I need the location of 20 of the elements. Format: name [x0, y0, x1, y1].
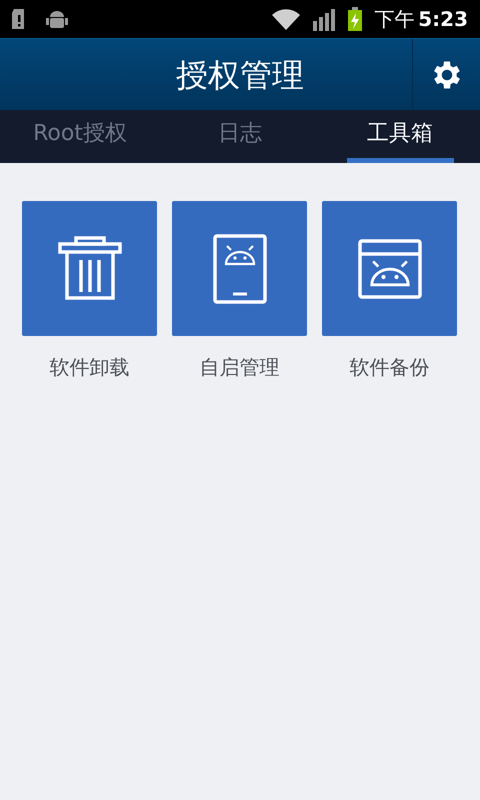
wifi-icon	[272, 8, 300, 30]
tab[interactable]: Root授权	[0, 110, 160, 163]
sd-card-alert-icon	[12, 9, 26, 29]
tab[interactable]: 工具箱	[320, 110, 480, 163]
tool-tile[interactable]	[322, 201, 457, 336]
tab[interactable]: 日志	[160, 110, 320, 163]
android-window-icon	[358, 238, 422, 298]
tool-tile[interactable]	[22, 201, 157, 336]
tool-tile[interactable]	[172, 201, 307, 336]
battery-charging-icon	[348, 7, 362, 31]
tool-label: 软件卸载	[50, 354, 130, 381]
android-icon	[46, 9, 68, 29]
screen-title: 授权管理	[176, 54, 304, 96]
tool-label: 自启管理	[200, 354, 280, 381]
tool-label: 软件备份	[350, 354, 430, 381]
android-phone-icon	[212, 234, 266, 304]
signal-icon	[312, 7, 336, 31]
time-period: 下午	[374, 6, 414, 33]
clock-time: 5:23	[418, 6, 468, 33]
trash-icon	[56, 236, 122, 302]
